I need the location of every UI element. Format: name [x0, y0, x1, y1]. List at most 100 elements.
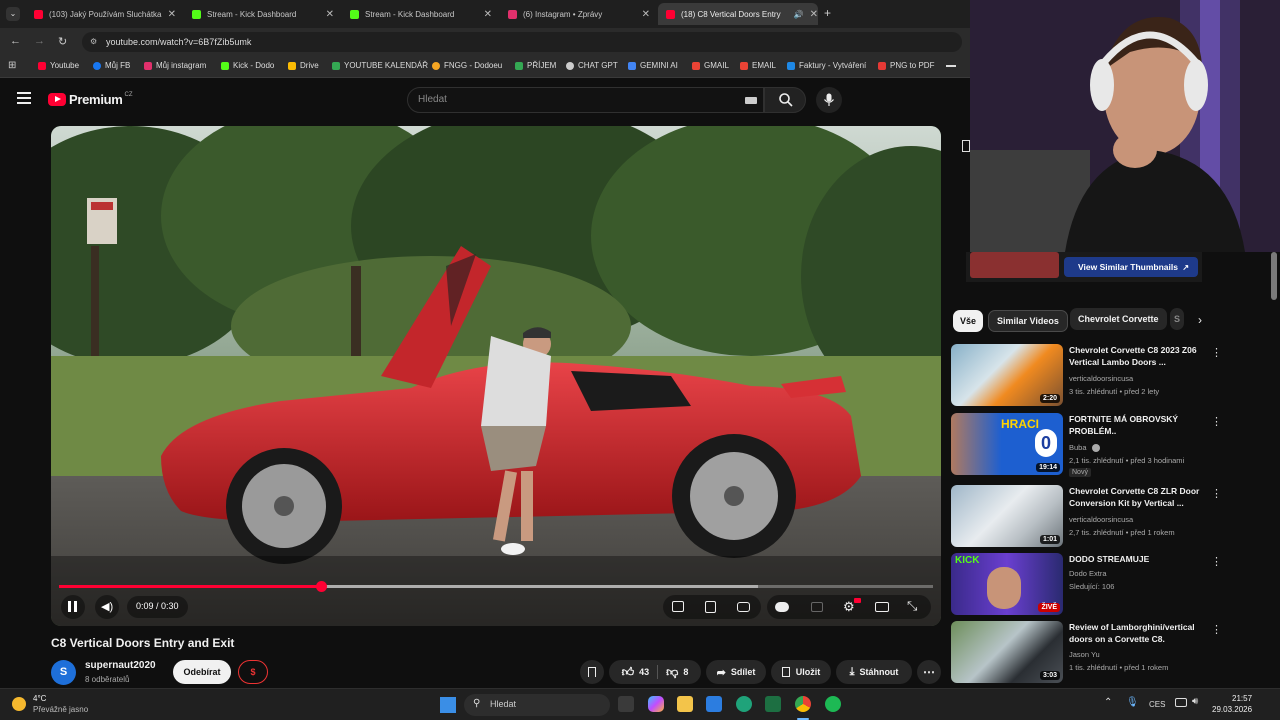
file-explorer-icon[interactable] — [677, 696, 693, 712]
menu-icon[interactable] — [17, 92, 31, 104]
video-frame[interactable] — [51, 126, 941, 626]
video-title[interactable]: FORTNITE MÁ OBROVSKÝ PROBLÉM.. — [1069, 413, 1219, 437]
bookmark-gemini[interactable]: GEMINI AI — [628, 61, 678, 70]
url-input[interactable]: ⚙ youtube.com/watch?v=6B7fZib5umk — [82, 32, 962, 52]
recommended-video[interactable]: 3:03 Review of Lamborghini/vertical door… — [951, 621, 1251, 685]
network-icon[interactable] — [1175, 698, 1187, 707]
more-actions-button[interactable]: ⋯ — [917, 660, 941, 684]
youtube-logo[interactable]: Premium CZ — [48, 92, 133, 107]
chip-more[interactable]: S — [1170, 308, 1184, 330]
channel-name[interactable]: supernaut2020 — [85, 660, 156, 671]
bookmark-prijem[interactable]: PŘÍJEM — [515, 61, 556, 70]
channel-name[interactable]: Buba — [1069, 443, 1100, 453]
close-icon[interactable]: ✕ — [168, 9, 176, 20]
keyboard-icon[interactable] — [745, 97, 757, 104]
subtitles-icon[interactable] — [705, 601, 716, 613]
bookmark-instagram[interactable]: Můj instagram — [144, 61, 206, 70]
screenshot-camera-icon[interactable] — [737, 602, 750, 612]
bookmark-png-to-pdf[interactable]: PNG to PDF — [878, 61, 934, 70]
back-icon[interactable]: ← — [10, 35, 21, 47]
browser-tab[interactable]: Stream - Kick Dashboard ✕ — [342, 3, 492, 25]
recommended-video[interactable]: 1:01 Chevrolet Corvette C8 ZLR Door Conv… — [951, 485, 1251, 549]
browser-tab[interactable]: Stream - Kick Dashboard ✕ — [184, 3, 334, 25]
recommended-video[interactable]: 2:20 Chevrolet Corvette C8 2023 Z06 Vert… — [951, 344, 1251, 408]
forward-icon[interactable]: → — [34, 35, 45, 47]
share-button[interactable]: ➦ Sdílet — [706, 660, 766, 684]
chip-chevrolet-corvette[interactable]: Chevrolet Corvette — [1070, 308, 1167, 330]
video-player[interactable]: ◀) 0:09 / 0:30 ⚙ ⤡ — [51, 126, 941, 626]
video-title[interactable]: Chevrolet Corvette C8 2023 Z06 Vertical … — [1069, 344, 1219, 368]
channel-name[interactable]: verticaldoorsincusa — [1069, 374, 1133, 383]
bookmark-chatgpt[interactable]: CHAT GPT — [566, 61, 618, 70]
bookmark-gmail[interactable]: GMAIL — [692, 61, 729, 70]
more-options-icon[interactable]: ⋮ — [1211, 555, 1222, 568]
fullscreen-icon[interactable]: ⤡ — [907, 598, 917, 614]
recommended-video[interactable]: HRACI 0 19:14 FORTNITE MÁ OBROVSKÝ PROBL… — [951, 413, 1251, 477]
browser-tab[interactable]: (6) Instagram • Zprávy ✕ — [500, 3, 650, 25]
task-view-icon[interactable] — [618, 696, 634, 712]
close-icon[interactable]: ✕ — [484, 9, 492, 20]
spotify-icon[interactable] — [825, 696, 841, 712]
recommended-video[interactable]: KICK ŽIVĚ DODO STREAMUJE Dodo Extra Sled… — [951, 553, 1251, 617]
excel-icon[interactable] — [765, 696, 781, 712]
bookmark-yt-calendar[interactable]: YOUTUBE KALENDÁŘ — [332, 61, 428, 70]
volume-button[interactable]: ◀) — [95, 595, 119, 619]
browser-tab-active[interactable]: (18) C8 Vertical Doors Entry 🔊 ✕ — [658, 3, 818, 25]
theater-mode-icon[interactable] — [875, 602, 889, 612]
join-button[interactable]: $ — [238, 660, 268, 684]
autoplay-toggle-icon[interactable] — [775, 602, 789, 612]
taskbar-search[interactable]: ⚲ Hledat — [464, 694, 610, 716]
view-similar-thumbnails-button[interactable]: View Similar Thumbnails ↗ — [1064, 257, 1198, 277]
store-icon[interactable] — [706, 696, 722, 712]
like-button[interactable]: 👍︎ 43 — [622, 665, 650, 680]
chip-similar-videos[interactable]: Similar Videos — [988, 310, 1068, 332]
more-options-icon[interactable]: ⋮ — [1211, 623, 1222, 636]
bookmark-button[interactable] — [580, 660, 604, 684]
chip-all[interactable]: Vše — [953, 310, 984, 332]
page-scrollbar[interactable] — [1271, 252, 1277, 300]
new-tab-button[interactable]: + — [824, 6, 831, 20]
volume-tray-icon[interactable]: 🔊︎ — [1192, 696, 1198, 707]
video-thumbnail[interactable]: 1:01 — [951, 485, 1063, 547]
channel-name[interactable]: Jason Yu — [1069, 650, 1100, 659]
miniplayer-icon[interactable] — [811, 602, 823, 612]
language-indicator[interactable]: CES — [1149, 700, 1165, 709]
thumbnail-icon[interactable] — [672, 601, 684, 612]
bookmark-fb[interactable]: Můj FB — [93, 61, 130, 70]
bookmark-email[interactable]: EMAIL — [740, 61, 776, 70]
close-icon[interactable]: ✕ — [326, 9, 334, 20]
bookmark-faktury[interactable]: Faktury - Vytváření — [787, 61, 866, 70]
video-title[interactable]: DODO STREAMUJE — [1069, 553, 1219, 565]
video-thumbnail[interactable]: 3:03 — [951, 621, 1063, 683]
clock-date[interactable]: 29.03.2026 — [1212, 705, 1252, 714]
settings-icon[interactable]: ⚙ — [843, 599, 855, 615]
search-input[interactable]: Hledat — [407, 87, 764, 113]
chrome-icon[interactable] — [795, 696, 811, 712]
channel-avatar[interactable]: S — [51, 660, 76, 685]
video-title[interactable]: Chevrolet Corvette C8 ZLR Door Conversio… — [1069, 485, 1219, 509]
search-button[interactable] — [764, 87, 806, 113]
save-button[interactable]: Uložit — [771, 660, 831, 684]
progress-bar[interactable] — [59, 581, 933, 592]
channel-name[interactable]: Dodo Extra — [1069, 569, 1107, 578]
more-options-icon[interactable]: ⋮ — [1211, 346, 1222, 359]
more-bookmarks-icon[interactable] — [946, 65, 956, 67]
browser-tab[interactable]: (103) Jaký Používám Sluchátka ✕ — [26, 3, 176, 25]
voice-search-button[interactable] — [816, 87, 842, 113]
video-thumbnail[interactable]: 2:20 — [951, 344, 1063, 406]
more-options-icon[interactable]: ⋮ — [1211, 487, 1222, 500]
weather-icon[interactable] — [12, 697, 26, 711]
channel-name[interactable]: verticaldoorsincusa — [1069, 515, 1133, 524]
dislike-button[interactable]: 👎︎ 8 — [666, 665, 688, 680]
tray-chevron-icon[interactable]: ⌃ — [1104, 697, 1112, 708]
video-thumbnail[interactable]: HRACI 0 19:14 — [951, 413, 1063, 475]
pause-button[interactable] — [61, 595, 85, 619]
site-info-icon[interactable]: ⚙ — [90, 37, 97, 46]
download-button[interactable]: ⤓ Stáhnout — [836, 660, 912, 684]
edge-icon[interactable] — [736, 696, 752, 712]
subscribe-button[interactable]: Odebírat — [173, 660, 231, 684]
apps-icon[interactable]: ⊞ — [8, 60, 16, 71]
clock-time[interactable]: 21:57 — [1232, 694, 1252, 703]
chips-next-icon[interactable]: › — [1198, 313, 1202, 327]
close-icon[interactable]: ✕ — [810, 9, 818, 20]
